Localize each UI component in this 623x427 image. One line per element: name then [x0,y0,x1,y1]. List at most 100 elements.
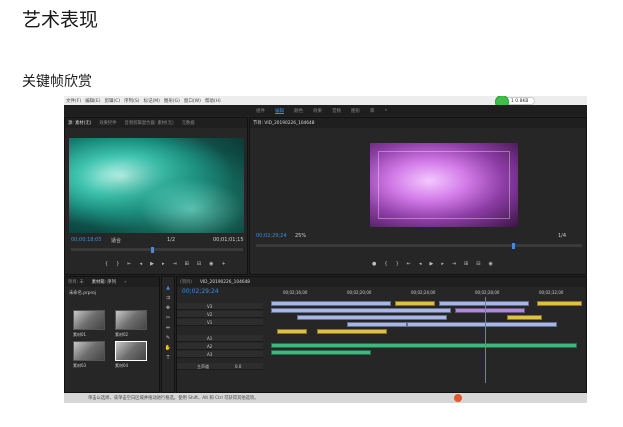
step-back-icon[interactable]: ◂ [140,261,143,267]
step-forward-icon[interactable]: ▸ [162,261,165,267]
program-resolution-select[interactable]: 1/4 [558,233,566,239]
workspace-libraries[interactable]: 库 [370,108,375,114]
menu-file[interactable]: 文件(F) [66,98,81,104]
program-mark-in-icon[interactable]: { [384,261,387,267]
track-header-v2[interactable]: V2 [177,311,263,318]
tab-more[interactable]: » [124,280,127,285]
video-clip[interactable] [347,322,407,327]
workspace-audio[interactable]: 音频 [332,108,341,114]
track-header-a1[interactable]: A1 [177,335,263,342]
pen-tool-icon[interactable]: ✎ [164,335,172,342]
tab-bin[interactable]: 素材箱: 序列 [92,279,116,285]
project-item-thumb[interactable] [73,341,105,361]
video-clip[interactable] [439,301,529,306]
program-zoom-select[interactable]: 25% [295,233,306,239]
menu-graphics[interactable]: 图形(G) [164,98,180,104]
extract-icon[interactable]: ⊟ [476,261,480,267]
tab-timeline-project[interactable]: (项目) [180,279,192,285]
track-header-master[interactable]: 主声道 0.0 [177,363,263,370]
program-step-forward-icon[interactable]: ▸ [441,261,444,267]
track-header-a2[interactable]: A2 [177,343,263,350]
video-clip[interactable] [455,308,525,313]
type-tool-icon[interactable]: T [164,355,172,362]
lift-icon[interactable]: ⊞ [464,261,468,267]
add-button-icon[interactable]: + [221,261,225,267]
play-icon[interactable]: ▶ [150,261,154,267]
menu-marker[interactable]: 标记(M) [144,98,160,104]
tab-project[interactable]: 项目: 未 [68,279,84,285]
timeline-timecode[interactable]: 00;02;29;24 [182,288,219,295]
overwrite-icon[interactable]: ⊟ [197,261,201,267]
source-scrub-bar[interactable] [71,248,243,251]
premiere-screenshot: 文件(F) 编辑(E) 剪辑(C) 序列(S) 标记(M) 图形(G) 窗口(W… [64,96,587,403]
tab-timeline-sequence[interactable]: VID_20190226_104648 [200,280,250,285]
tab-effect-controls[interactable]: 效果控件 [99,120,116,126]
program-scrub-bar[interactable] [256,244,582,247]
track-select-tool-icon[interactable]: ⇉ [164,295,172,302]
menu-window[interactable]: 窗口(W) [184,98,201,104]
source-resolution-select[interactable]: 1/2 [167,237,175,243]
video-clip[interactable] [271,308,451,313]
ruler-label: 00;02;28;00 [475,290,500,295]
marker-icon[interactable]: ● [372,261,376,267]
project-item-thumb-selected[interactable] [115,341,147,361]
track-header-v3[interactable]: V3 [177,303,263,310]
notification-icon[interactable] [454,394,462,402]
ripple-tool-icon[interactable]: ✥ [164,305,172,312]
insert-icon[interactable]: ⊞ [185,261,189,267]
timeline-playhead[interactable] [485,297,486,383]
program-go-to-out-icon[interactable]: ⇥ [452,261,456,267]
video-clip[interactable] [277,329,307,334]
tab-metadata[interactable]: 元数据 [182,120,195,126]
go-to-out-icon[interactable]: ⇥ [172,261,176,267]
video-clip[interactable] [537,301,582,306]
workspace-assembly[interactable]: 组件 [256,108,265,114]
tab-audio-mixer[interactable]: 音频剪辑混合器: 素材(无) [125,120,174,126]
source-fit-select[interactable]: 适合 [111,237,121,244]
source-playhead[interactable] [151,247,154,253]
track-header-a3[interactable]: A3 [177,351,263,358]
program-play-icon[interactable]: ▶ [429,261,433,267]
master-volume[interactable]: 0.0 [235,364,241,369]
video-clip[interactable] [395,301,435,306]
program-timecode[interactable]: 00;02;29;24 [256,233,287,239]
export-frame-icon[interactable]: ◉ [209,261,213,267]
program-step-back-icon[interactable]: ◂ [419,261,422,267]
selection-tool-icon[interactable]: ▲ [164,285,172,292]
program-go-to-in-icon[interactable]: ⇤ [407,261,411,267]
audio-clip[interactable] [271,343,577,348]
track-header-v1[interactable]: V1 [177,319,263,326]
mark-in-icon[interactable]: { [105,261,108,267]
workspace-more[interactable]: » [385,108,388,113]
mark-out-icon[interactable]: } [116,261,119,267]
project-item-thumb[interactable] [115,310,147,330]
menu-help[interactable]: 帮助(H) [205,98,221,104]
program-mark-out-icon[interactable]: } [396,261,399,267]
track-label: V1 [207,320,213,325]
workspace-effects[interactable]: 效果 [313,108,322,114]
video-clip[interactable] [297,315,447,320]
tab-program[interactable]: 节目: VID_20190226_104648 [253,120,315,126]
account-badge[interactable]: 1 0.8KB [495,96,535,109]
workspace-editing[interactable]: 编辑 [275,108,284,114]
tab-source[interactable]: 源: 素材(无) [68,120,91,126]
program-playhead[interactable] [512,243,515,249]
camera-icon[interactable]: ◉ [488,261,492,267]
go-to-in-icon[interactable]: ⇤ [127,261,131,267]
slip-tool-icon[interactable]: ⇹ [164,325,172,332]
menu-sequence[interactable]: 序列(S) [124,98,139,104]
menu-edit[interactable]: 编辑(E) [85,98,100,104]
razor-tool-icon[interactable]: ✂ [164,315,172,322]
track-label: V3 [207,304,213,309]
workspace-color[interactable]: 颜色 [294,108,303,114]
workspace-graphics[interactable]: 图形 [351,108,360,114]
menu-clip[interactable]: 剪辑(C) [104,98,120,104]
video-clip[interactable] [507,315,542,320]
video-clip[interactable] [317,329,387,334]
audio-clip[interactable] [271,350,371,355]
hand-tool-icon[interactable]: ✋ [164,345,172,352]
source-timecode-in[interactable]: 00;00;18;05 [71,237,102,243]
project-item-thumb[interactable] [73,310,105,330]
video-clip[interactable] [407,322,557,327]
video-clip[interactable] [271,301,391,306]
